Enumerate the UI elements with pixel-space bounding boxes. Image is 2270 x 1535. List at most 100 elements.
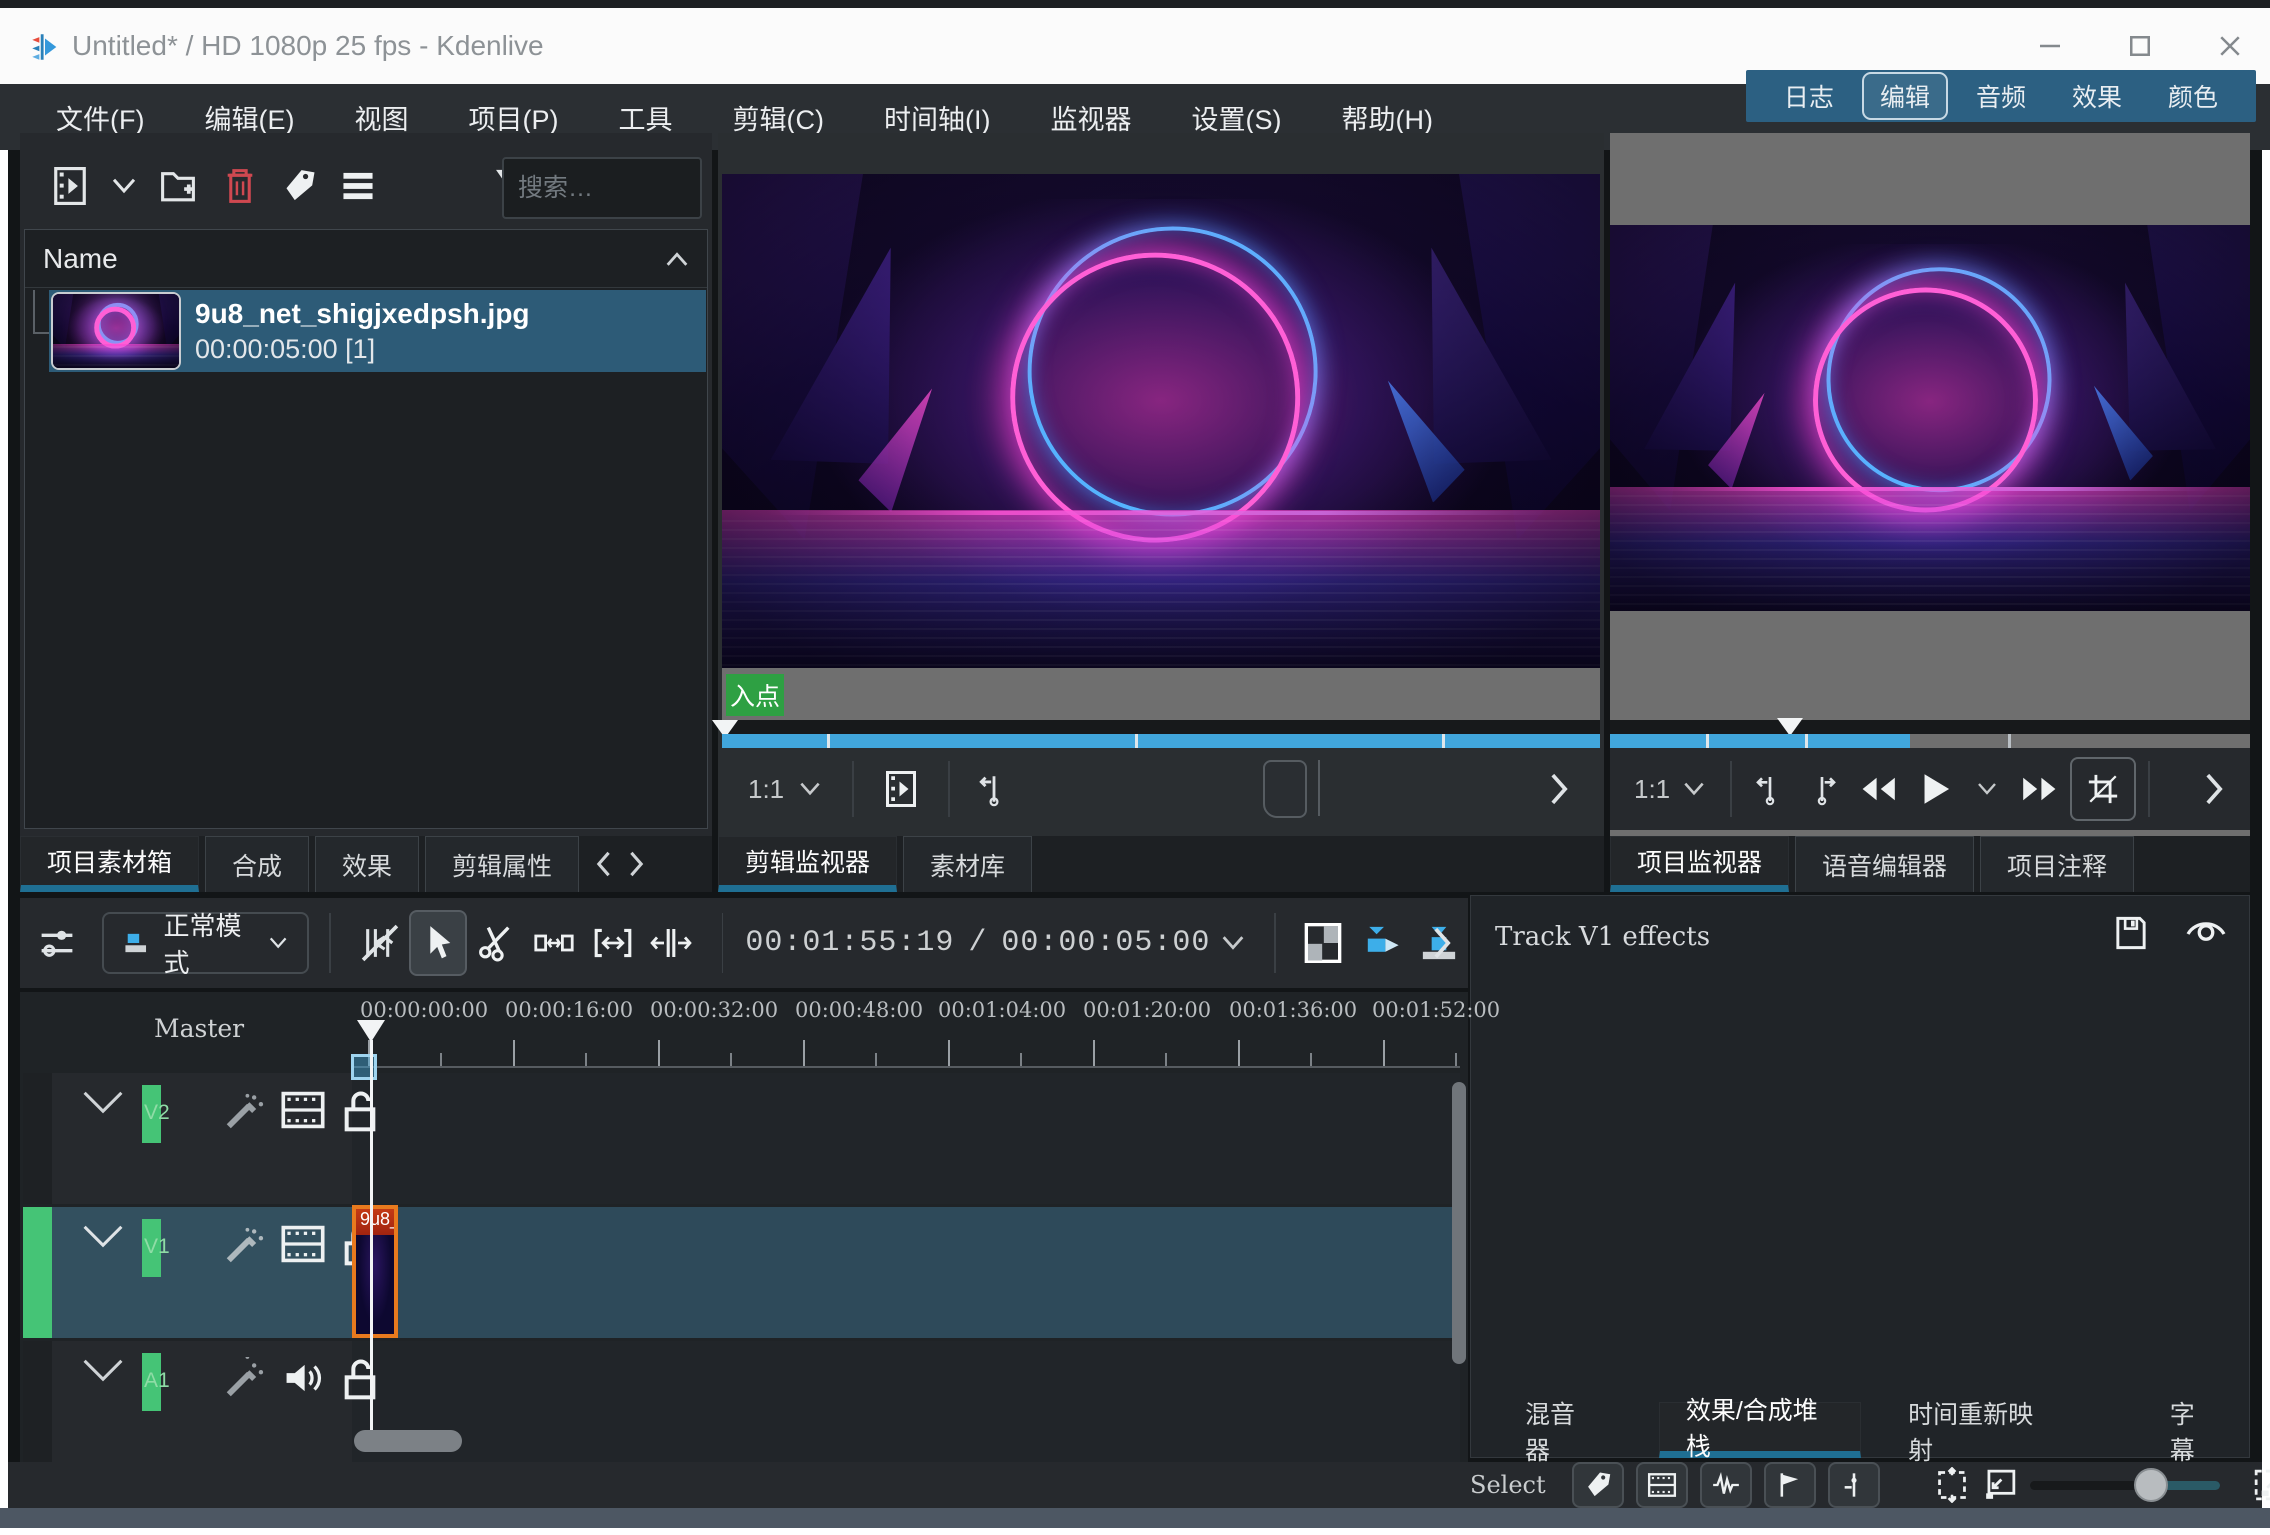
spacer-tool-button[interactable] bbox=[525, 910, 583, 976]
delete-button[interactable] bbox=[210, 157, 270, 215]
track-effects-wand-icon[interactable] bbox=[222, 1089, 266, 1133]
add-clip-dropdown-chevron-icon[interactable] bbox=[102, 157, 146, 215]
monitor-toolbar-handle[interactable] bbox=[1263, 760, 1307, 818]
timeline-settings-icon[interactable] bbox=[28, 910, 86, 976]
snap-toggle[interactable] bbox=[1827, 1462, 1880, 1508]
lock-track-icon[interactable] bbox=[340, 1089, 380, 1133]
timeline-playhead-head[interactable] bbox=[357, 1020, 385, 1042]
tag-button[interactable] bbox=[270, 157, 328, 215]
razor-tool-button[interactable] bbox=[467, 910, 525, 976]
tab-mixer[interactable]: 混音器 bbox=[1498, 1401, 1623, 1465]
track-body-a1[interactable] bbox=[352, 1341, 1460, 1462]
sort-chevron-up-icon[interactable] bbox=[663, 249, 691, 269]
create-folder-button[interactable] bbox=[146, 157, 210, 215]
workspace-audio[interactable]: 音频 bbox=[1958, 72, 2044, 120]
name-column-header[interactable]: Name bbox=[25, 230, 707, 288]
tab-subtitles[interactable]: 字幕 bbox=[2143, 1401, 2244, 1465]
tab-time-remap[interactable]: 时间重新映射 bbox=[1881, 1401, 2077, 1465]
collapse-chevron-icon[interactable] bbox=[80, 1355, 126, 1385]
tab-library[interactable]: 素材库 bbox=[903, 836, 1033, 892]
clip-monitor-zoom-level[interactable]: 1:1 bbox=[748, 774, 784, 805]
tab-project-bin[interactable]: 项目素材箱 bbox=[20, 836, 200, 892]
track-target-v1[interactable] bbox=[23, 1207, 52, 1338]
fit-zoom-button[interactable] bbox=[1934, 1467, 1970, 1503]
go-to-in-point-button[interactable] bbox=[1744, 757, 1796, 821]
edit-mode-dropdown[interactable]: 正常模式 bbox=[102, 911, 310, 978]
timeline-snap-toggle[interactable] bbox=[351, 910, 409, 976]
track-header-v2[interactable]: V2 bbox=[52, 1073, 376, 1204]
timeline-zoom-slider[interactable] bbox=[2029, 1467, 2220, 1502]
tab-scroll-right-icon[interactable] bbox=[627, 850, 647, 878]
track-target-a1[interactable] bbox=[23, 1341, 52, 1462]
show-video-thumbnails-toggle[interactable] bbox=[1635, 1462, 1688, 1508]
clip-monitor-video[interactable] bbox=[722, 174, 1600, 668]
track-effects-wand-icon[interactable] bbox=[222, 1357, 266, 1401]
timeline-clip[interactable]: 9u8_ bbox=[352, 1205, 398, 1338]
clip-monitor-more-chevron-icon[interactable] bbox=[1534, 757, 1584, 821]
zone-mode-button[interactable] bbox=[2070, 757, 2137, 821]
bin-clip-item[interactable]: 9u8_net_shigjxedpsh.jpg 00:00:05:00 [1] bbox=[49, 290, 706, 372]
fast-forward-button[interactable] bbox=[2010, 757, 2070, 821]
add-clip-button[interactable] bbox=[38, 157, 102, 215]
timeline-zone-marker[interactable] bbox=[351, 1054, 377, 1080]
workspace-logging[interactable]: 日志 bbox=[1766, 72, 1852, 120]
master-track-button[interactable]: Master bbox=[154, 1014, 244, 1043]
show-audio-thumbnails-toggle[interactable] bbox=[1699, 1462, 1752, 1508]
zoom-out-button[interactable] bbox=[1982, 1467, 2018, 1503]
timeline-playhead-line[interactable] bbox=[370, 1040, 373, 1452]
track-body-v2[interactable] bbox=[352, 1073, 1460, 1204]
lock-track-icon[interactable] bbox=[340, 1357, 380, 1401]
tab-scroll-left-icon[interactable] bbox=[593, 850, 613, 878]
clip-monitor-overlay-button[interactable] bbox=[870, 757, 932, 821]
ripple-tool-button[interactable] bbox=[583, 910, 641, 976]
play-dropdown-chevron-icon[interactable] bbox=[1964, 757, 2010, 821]
insert-zone-button[interactable] bbox=[1352, 910, 1410, 976]
rewind-button[interactable] bbox=[1848, 757, 1908, 821]
zoom-dropdown-chevron-icon[interactable] bbox=[784, 757, 836, 821]
go-to-out-point-button[interactable] bbox=[1796, 757, 1848, 821]
project-monitor-ruler[interactable] bbox=[1610, 720, 2250, 734]
show-tags-toggle[interactable] bbox=[1571, 1462, 1624, 1508]
tab-project-monitor[interactable]: 项目监视器 bbox=[1610, 836, 1790, 892]
hide-track-filmstrip-icon[interactable] bbox=[280, 1223, 326, 1265]
clip-monitor-ruler[interactable] bbox=[722, 720, 1600, 734]
tab-effects[interactable]: 效果 bbox=[315, 836, 420, 892]
go-to-in-point-button[interactable] bbox=[966, 757, 1022, 821]
show-effects-eye-icon[interactable] bbox=[2185, 914, 2227, 952]
slip-tool-button[interactable] bbox=[642, 910, 700, 976]
timecode-chevron-icon[interactable] bbox=[1210, 910, 1256, 976]
zoom-in-fullscreen-button[interactable] bbox=[2252, 1467, 2270, 1503]
mute-track-speaker-icon[interactable] bbox=[280, 1357, 326, 1399]
project-monitor-video[interactable] bbox=[1610, 225, 2250, 611]
track-target-v2[interactable] bbox=[23, 1073, 52, 1204]
close-button[interactable] bbox=[2208, 24, 2252, 68]
track-header-a1[interactable]: A1 bbox=[52, 1341, 376, 1462]
project-monitor-zoom-level[interactable]: 1:1 bbox=[1634, 774, 1670, 805]
tab-clip-monitor[interactable]: 剪辑监视器 bbox=[718, 836, 898, 892]
track-header-v1[interactable]: V1 bbox=[52, 1207, 376, 1338]
selection-tool-button[interactable] bbox=[408, 910, 468, 976]
maximize-button[interactable] bbox=[2118, 24, 2162, 68]
bin-menu-button[interactable] bbox=[328, 157, 388, 215]
tab-clip-properties[interactable]: 剪辑属性 bbox=[425, 836, 580, 892]
tab-speech-editor[interactable]: 语音编辑器 bbox=[1795, 836, 1975, 892]
workspace-effects[interactable]: 效果 bbox=[2054, 72, 2140, 120]
timeline-toolbar-more-chevron-icon[interactable] bbox=[1420, 910, 1464, 976]
zoom-dropdown-chevron-icon[interactable] bbox=[1670, 757, 1718, 821]
timeline-vertical-scrollbar[interactable] bbox=[1452, 1082, 1466, 1364]
timeline-horizontal-scrollbar[interactable] bbox=[354, 1430, 462, 1452]
track-body-v1[interactable] bbox=[352, 1207, 1460, 1338]
timeline-ruler[interactable]: 00:00:00:00 00:00:16:00 00:00:32:00 00:0… bbox=[352, 992, 1500, 1068]
timecode-current[interactable]: 00:01:55:19 bbox=[745, 926, 954, 960]
project-monitor-more-chevron-icon[interactable] bbox=[2192, 757, 2236, 821]
show-markers-flag-toggle[interactable] bbox=[1763, 1462, 1816, 1508]
project-monitor-zone-bar[interactable] bbox=[1610, 734, 1910, 748]
timeline-zoom-slider-thumb[interactable] bbox=[2133, 1467, 2168, 1502]
tab-effects-stack[interactable]: 效果/合成堆栈 bbox=[1658, 1397, 1862, 1461]
collapse-chevron-icon[interactable] bbox=[80, 1087, 126, 1117]
mixed-audio-video-button[interactable] bbox=[1294, 910, 1352, 976]
save-effect-stack-icon[interactable] bbox=[2113, 914, 2149, 952]
workspace-color[interactable]: 颜色 bbox=[2150, 72, 2236, 120]
search-input[interactable] bbox=[502, 157, 702, 219]
track-effects-wand-icon[interactable] bbox=[222, 1223, 266, 1267]
